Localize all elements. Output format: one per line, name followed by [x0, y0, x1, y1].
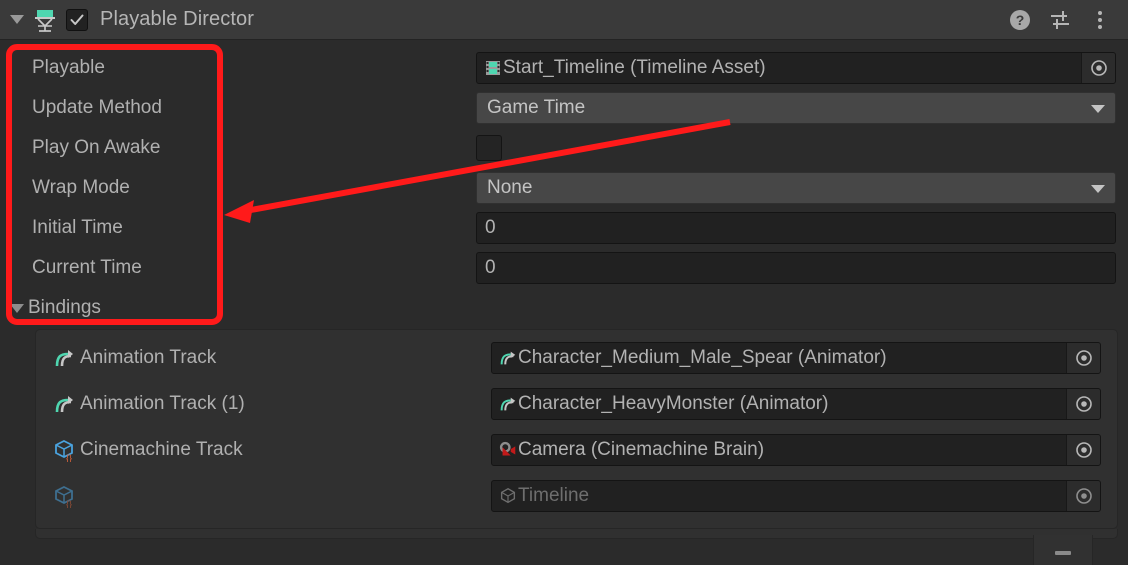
- svg-text:?: ?: [1016, 12, 1025, 28]
- wrap-mode-dropdown[interactable]: None: [476, 172, 1116, 204]
- binding-track-label-2: {} Cinemachine Track: [36, 438, 491, 463]
- playable-object-field[interactable]: Start_Timeline (Timeline Asset): [476, 52, 1116, 84]
- animator-icon: [498, 394, 518, 414]
- initial-time-value: 0: [485, 217, 496, 238]
- more-menu-icon[interactable]: [1088, 8, 1112, 32]
- gameobject-icon: [498, 486, 518, 506]
- object-picker-icon[interactable]: [1081, 53, 1115, 83]
- binding-track-name: Cinemachine Track: [80, 439, 243, 460]
- property-row-update-method: Update Method Game Time: [0, 88, 1128, 128]
- bindings-panel-footer: [35, 529, 1118, 539]
- object-picker-icon[interactable]: [1066, 389, 1100, 419]
- binding-row: {} Timeline: [36, 473, 1119, 519]
- object-picker-icon[interactable]: [1066, 435, 1100, 465]
- property-label-playable: Playable: [32, 57, 105, 78]
- property-row-initial-time: Initial Time 0: [0, 208, 1128, 248]
- binding-object-field-2[interactable]: Camera (Cinemachine Brain): [491, 434, 1101, 466]
- animation-track-icon: [52, 392, 76, 416]
- preset-icon[interactable]: [1048, 8, 1072, 32]
- bindings-foldout-icon[interactable]: [10, 303, 24, 313]
- object-picker-icon[interactable]: [1066, 343, 1100, 373]
- property-label-update-method: Update Method: [32, 97, 162, 118]
- binding-value: Character_HeavyMonster (Animator): [518, 393, 829, 414]
- binding-object-field-1[interactable]: Character_HeavyMonster (Animator): [491, 388, 1101, 420]
- inspector-body: Playable Start_Timeline (Timeline Asset)…: [0, 41, 1128, 565]
- binding-value: Character_Medium_Male_Spear (Animator): [518, 347, 887, 368]
- animator-icon: [498, 348, 518, 368]
- binding-object-field-3[interactable]: Timeline: [491, 480, 1101, 512]
- binding-track-name: Animation Track: [80, 347, 217, 368]
- current-time-value: 0: [485, 257, 496, 278]
- cinemachine-brain-icon: [498, 440, 518, 460]
- component-foldout-icon[interactable]: [10, 15, 24, 24]
- binding-row: Animation Track Character_Medium_Male_Sp…: [36, 335, 1119, 381]
- play-on-awake-checkbox[interactable]: [476, 135, 1116, 161]
- binding-track-label-0: Animation Track: [36, 346, 491, 370]
- help-icon[interactable]: ?: [1008, 8, 1032, 32]
- unity-inspector-playable-director: Playable Director ? Playable Start_Timel…: [0, 0, 1128, 565]
- binding-value: Camera (Cinemachine Brain): [518, 439, 765, 460]
- wrap-mode-value: None: [487, 177, 533, 198]
- current-time-input[interactable]: 0: [476, 252, 1116, 284]
- playable-value: Start_Timeline (Timeline Asset): [503, 57, 766, 78]
- object-picker-icon[interactable]: [1066, 481, 1100, 511]
- property-label-current-time: Current Time: [32, 257, 142, 278]
- bindings-label: Bindings: [28, 297, 101, 318]
- component-enabled-checkbox[interactable]: [66, 8, 88, 31]
- binding-track-label-1: Animation Track (1): [36, 392, 491, 416]
- chevron-down-icon: [1091, 105, 1105, 113]
- binding-track-label-3: {}: [36, 484, 491, 509]
- binding-value: Timeline: [518, 485, 590, 506]
- chevron-down-icon: [1091, 185, 1105, 193]
- cinemachine-track-icon: {}: [52, 484, 76, 509]
- bindings-panel: Animation Track Character_Medium_Male_Sp…: [35, 329, 1118, 529]
- update-method-dropdown[interactable]: Game Time: [476, 92, 1116, 124]
- timeline-asset-icon: [483, 58, 503, 78]
- binding-object-field-0[interactable]: Character_Medium_Male_Spear (Animator): [491, 342, 1101, 374]
- property-label-initial-time: Initial Time: [32, 217, 123, 238]
- property-label-wrap-mode: Wrap Mode: [32, 177, 130, 198]
- property-row-play-on-awake: Play On Awake: [0, 128, 1128, 168]
- property-label-play-on-awake: Play On Awake: [32, 137, 161, 158]
- binding-row: Animation Track (1) Character_HeavyMonst…: [36, 381, 1119, 427]
- bindings-foldout[interactable]: Bindings: [0, 288, 1128, 328]
- page-title: Playable Director: [100, 8, 254, 30]
- property-row-current-time: Current Time 0: [0, 248, 1128, 288]
- svg-text:{}: {}: [66, 499, 72, 508]
- property-row-wrap-mode: Wrap Mode None: [0, 168, 1128, 208]
- update-method-value: Game Time: [487, 97, 586, 118]
- component-header[interactable]: Playable Director ?: [0, 0, 1128, 40]
- playable-director-icon: [32, 7, 58, 33]
- cinemachine-track-icon: {}: [52, 438, 76, 463]
- minus-icon: [1055, 550, 1071, 555]
- animation-track-icon: [52, 346, 76, 370]
- initial-time-input[interactable]: 0: [476, 212, 1116, 244]
- binding-row: {} Cinemachine Track Camera (Cinemachine…: [36, 427, 1119, 473]
- property-row-playable: Playable Start_Timeline (Timeline Asset): [0, 48, 1128, 88]
- remove-binding-button[interactable]: [1033, 535, 1093, 565]
- svg-text:{}: {}: [66, 453, 72, 462]
- binding-track-name: Animation Track (1): [80, 393, 245, 414]
